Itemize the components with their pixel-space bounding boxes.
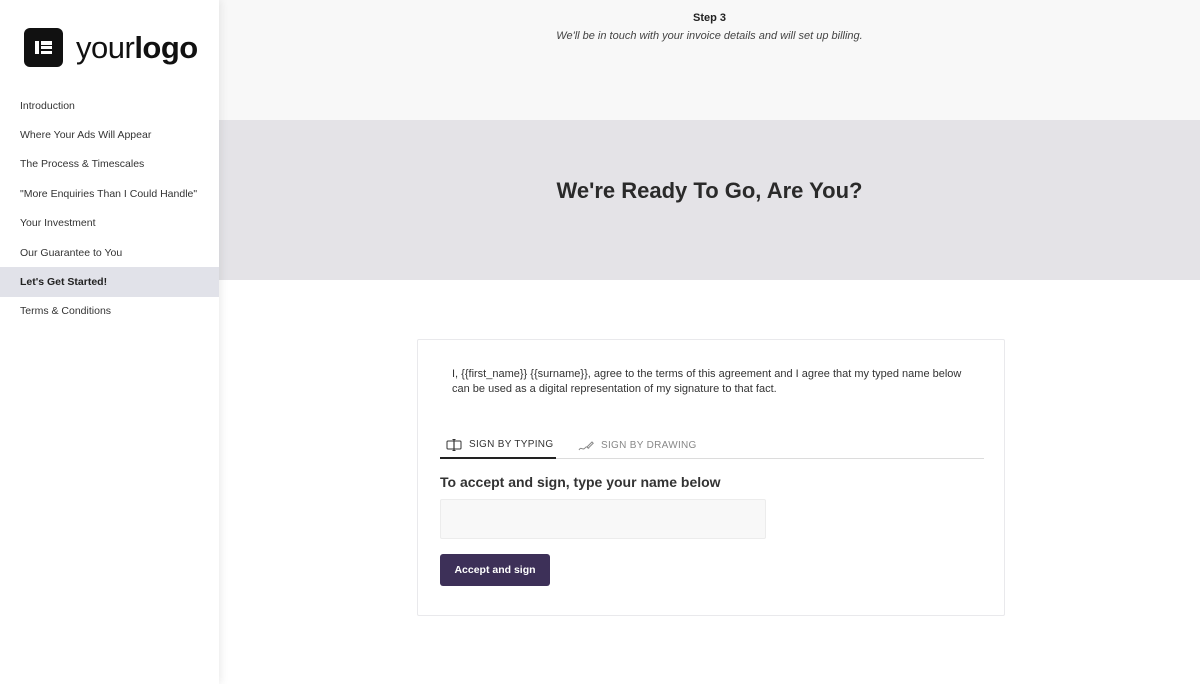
sidebar-item-your-investment[interactable]: Your Investment [0,209,219,238]
sidebar-item-our-guarantee[interactable]: Our Guarantee to You [0,238,219,267]
accept-and-sign-button[interactable]: Accept and sign [440,554,550,586]
logo-mark-icon [24,28,63,67]
agreement-text: I, {{first_name}} {{surname}}, agree to … [452,368,962,395]
signature-name-input[interactable] [440,499,766,539]
sidebar-item-more-enquiries[interactable]: "More Enquiries Than I Could Handle" [0,179,219,208]
step-section: Step 3 We'll be in touch with your invoi… [219,0,1200,120]
sidebar-item-lets-get-started[interactable]: Let's Get Started! [0,267,219,297]
logo-text-bold: logo [134,30,198,65]
tab-sign-by-drawing[interactable]: SIGN BY DRAWING [578,432,697,459]
banner-title: We're Ready To Go, Are You? [556,178,863,203]
sign-heading: To accept and sign, type your name below [440,474,721,490]
tab-sign-by-typing-label: SIGN BY TYPING [469,439,554,450]
logo[interactable]: yourlogo [24,28,198,67]
step-title: Step 3 [692,12,726,24]
sign-method-tabs: SIGN BY TYPING SIGN BY DRAWING [440,432,984,459]
signature-card: I, {{first_name}} {{surname}}, agree to … [417,339,1005,616]
tab-sign-by-drawing-label: SIGN BY DRAWING [601,440,697,451]
sidebar-item-process-timescales[interactable]: The Process & Timescales [0,150,219,179]
step-description: We'll be in touch with your invoice deta… [556,30,863,42]
keyboard-cursor-icon [446,438,462,451]
logo-text: yourlogo [76,32,198,63]
sidebar-item-introduction[interactable]: Introduction [0,91,219,120]
sidebar-nav: Introduction Where Your Ads Will Appear … [0,91,219,326]
logo-text-regular: your [76,30,135,65]
sidebar: yourlogo Introduction Where Your Ads Wil… [0,0,219,684]
tab-sign-by-typing[interactable]: SIGN BY TYPING [440,432,556,459]
sidebar-item-terms-conditions[interactable]: Terms & Conditions [0,297,219,326]
sidebar-item-where-ads-appear[interactable]: Where Your Ads Will Appear [0,120,219,149]
pen-signature-icon [578,440,594,452]
main-content: Step 3 We'll be in touch with your invoi… [219,0,1200,684]
